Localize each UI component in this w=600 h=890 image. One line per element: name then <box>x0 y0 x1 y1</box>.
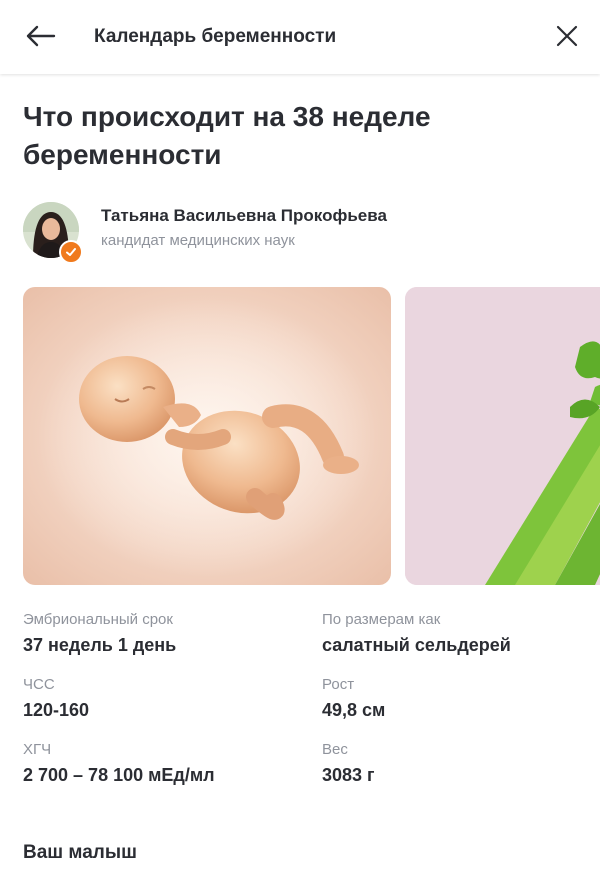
arrow-left-icon <box>26 25 56 47</box>
size-like-label: По размерам как <box>322 611 441 628</box>
heart-rate-label: ЧСС <box>23 676 55 693</box>
heart-rate-value: 120-160 <box>23 700 90 720</box>
author-name[interactable]: Татьяна Васильевна Прокофьева <box>101 206 387 226</box>
verified-check-icon <box>66 248 76 256</box>
weight-value: 3083 г <box>322 765 375 785</box>
author-block: Татьяна Васильевна Прокофьева кандидат м… <box>23 202 583 264</box>
hcg-label: ХГЧ <box>23 741 52 758</box>
size-like-value: салатный сельдерей <box>322 635 511 655</box>
close-button[interactable] <box>550 20 584 52</box>
top-app-bar: Календарь беременности <box>0 0 600 74</box>
weight-label: Вес <box>322 741 348 758</box>
embryo-term-label: Эмбриональный срок <box>23 611 173 628</box>
celery-photo <box>405 287 600 585</box>
embryo-term-value: 37 недель 1 день <box>23 635 177 655</box>
verified-badge <box>59 240 83 264</box>
page-title: Что происходит на 38 неделе беременности <box>23 101 431 170</box>
celery-photo-card[interactable] <box>405 287 600 585</box>
author-role: кандидат медицинских наук <box>101 232 295 249</box>
close-icon <box>556 25 578 47</box>
hcg-value: 2 700 – 78 100 мЕд/мл <box>23 765 215 785</box>
image-carousel[interactable] <box>0 287 600 585</box>
height-value: 49,8 см <box>322 700 386 720</box>
app-bar-title: Календарь беременности <box>94 26 337 47</box>
fetus-illustration-card[interactable] <box>23 287 391 585</box>
height-label: Рост <box>322 676 355 693</box>
fetus-illustration <box>37 297 377 577</box>
back-button[interactable] <box>22 20 58 52</box>
section-title: Ваш малыш <box>23 842 137 863</box>
